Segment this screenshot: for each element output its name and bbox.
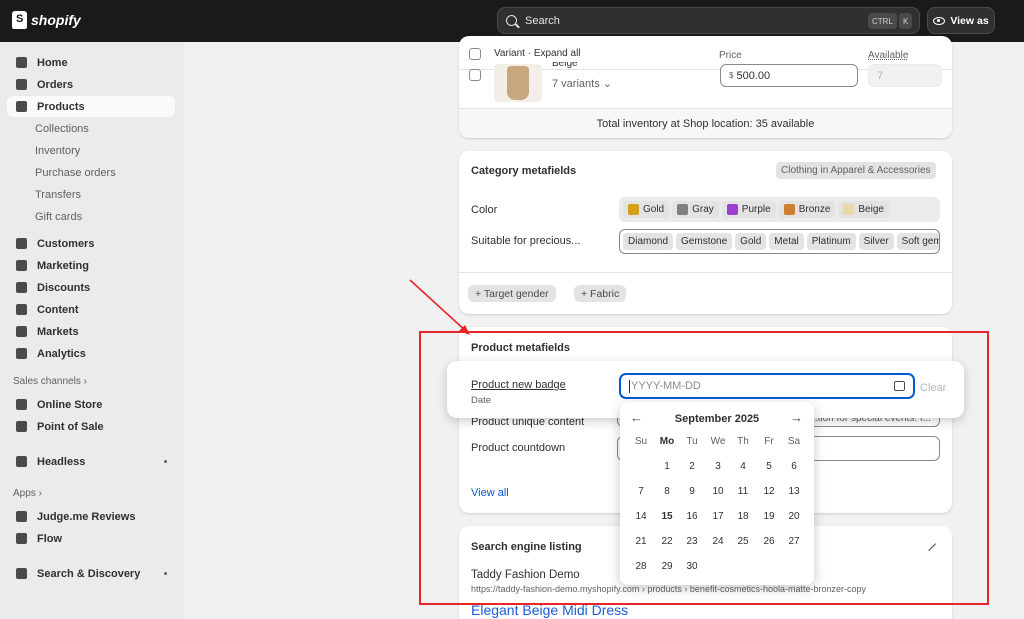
red-arrow <box>409 279 470 335</box>
